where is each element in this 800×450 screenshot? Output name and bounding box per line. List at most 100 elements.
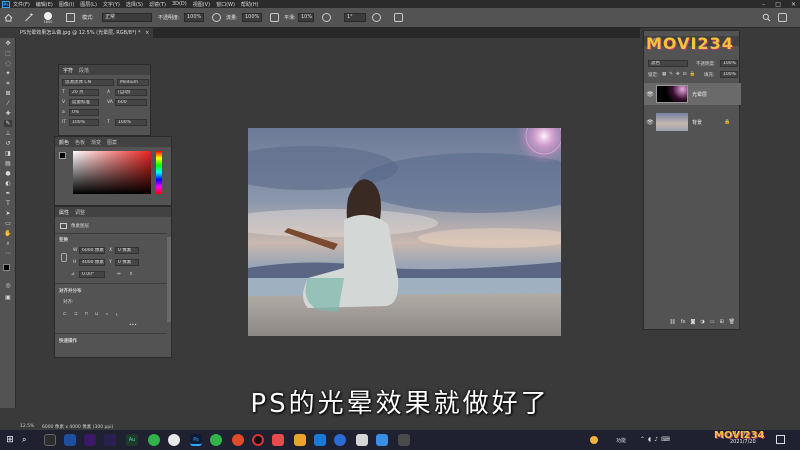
smoothing-settings-icon[interactable] xyxy=(322,13,331,22)
hand-tool-icon[interactable]: ✋ xyxy=(4,230,12,237)
angle-input[interactable]: 1° xyxy=(344,13,366,22)
height-input[interactable]: 4000 像素 xyxy=(79,259,105,266)
tab-patterns[interactable]: 图案 xyxy=(107,139,117,146)
layer-mask-icon[interactable]: ◙ xyxy=(690,319,695,325)
type-tool-icon[interactable]: T xyxy=(4,200,12,207)
font-size-input[interactable]: 20 点 xyxy=(69,89,99,96)
color-field[interactable] xyxy=(73,151,151,194)
workspace-icon[interactable] xyxy=(778,13,787,22)
search-taskbar-icon[interactable]: ⌕ xyxy=(22,434,34,446)
quick-actions-title[interactable]: 快速操作 xyxy=(59,338,77,344)
zoom-level[interactable]: 12.5% xyxy=(20,424,34,429)
visibility-eye-icon[interactable]: 👁 xyxy=(644,119,656,126)
clone-stamp-tool-icon[interactable]: ⊥ xyxy=(4,130,12,137)
pen-tool-icon[interactable]: ✒ xyxy=(4,190,12,197)
color-panel-foreground-swatch[interactable] xyxy=(59,152,66,159)
x-input[interactable]: 0 像素 xyxy=(115,247,139,254)
minimize-button[interactable]: – xyxy=(762,1,765,8)
airbrush-icon[interactable] xyxy=(270,13,279,22)
menu-help[interactable]: 帮助(H) xyxy=(241,1,259,8)
path-selection-tool-icon[interactable]: ➤ xyxy=(4,210,12,217)
brush-tool-active-icon[interactable]: ✎ xyxy=(4,120,12,127)
move-tool-icon[interactable]: ✥ xyxy=(4,40,12,47)
y-input[interactable]: 0 像素 xyxy=(115,259,139,266)
system-tray-icons[interactable]: ⌃◖♪⌨ xyxy=(640,436,673,443)
foreground-color-swatch[interactable] xyxy=(3,264,10,271)
photoshop-taskbar-icon[interactable]: Ps xyxy=(190,434,202,446)
tab-adjustments[interactable]: 调整 xyxy=(75,209,85,216)
file-explorer-icon[interactable] xyxy=(294,434,306,446)
more-options-button[interactable]: ••• xyxy=(129,323,137,328)
app-icon-green[interactable] xyxy=(148,434,160,446)
smoothing-input[interactable]: 10% xyxy=(298,13,314,22)
menu-layer[interactable]: 图层(L) xyxy=(80,1,97,8)
menu-image[interactable]: 图像(I) xyxy=(59,1,74,8)
maximize-button[interactable]: □ xyxy=(775,1,781,8)
app-icon-blue-4[interactable] xyxy=(376,434,388,446)
horizontal-scale-input[interactable]: 100% xyxy=(115,119,147,126)
tab-gradients[interactable]: 渐变 xyxy=(91,139,101,146)
eraser-tool-icon[interactable]: ◨ xyxy=(4,150,12,157)
frame-tool-icon[interactable]: ⊠ xyxy=(4,90,12,97)
fill-input[interactable]: 100% xyxy=(720,71,738,78)
transform-section-title[interactable]: 变换 xyxy=(59,237,68,243)
app-icon-blue-3[interactable] xyxy=(334,434,346,446)
delete-layer-icon[interactable]: 🗑 xyxy=(729,319,735,325)
tab-properties[interactable]: 属性 xyxy=(59,209,69,216)
blur-tool-icon[interactable]: ● xyxy=(4,170,12,177)
history-footer-icons[interactable]: ◍▣🗑 xyxy=(729,356,756,362)
dodge-tool-icon[interactable]: ◐ xyxy=(4,180,12,187)
home-icon[interactable] xyxy=(4,13,13,22)
lasso-tool-icon[interactable]: ◌ xyxy=(4,60,12,67)
tab-paragraph[interactable]: 段落 xyxy=(79,67,89,74)
app-icon-audition[interactable]: Au xyxy=(126,434,138,446)
app-icon-grey[interactable] xyxy=(356,434,368,446)
link-layers-icon[interactable]: ⛓ xyxy=(669,319,675,325)
brush-preset-picker[interactable]: 1800 xyxy=(42,12,54,24)
app-icon-purple[interactable] xyxy=(104,434,116,446)
eyedropper-tool-icon[interactable]: ⁄ xyxy=(4,100,12,107)
app-icon-premiere[interactable] xyxy=(84,434,96,446)
tab-swatches[interactable]: 色板 xyxy=(75,139,85,146)
close-tab-icon[interactable]: × xyxy=(145,30,149,36)
baseline-input[interactable]: 0% xyxy=(69,109,99,116)
link-proportions-icon[interactable] xyxy=(61,253,67,262)
app-icon-blue-2[interactable] xyxy=(314,434,326,446)
tray-label[interactable]: 功能 xyxy=(616,437,626,444)
hue-slider[interactable] xyxy=(156,151,162,194)
menu-filter[interactable]: 滤镜(T) xyxy=(149,1,166,8)
brush-settings-icon[interactable] xyxy=(66,13,75,22)
align-buttons[interactable]: ⊏⊐⊓⊔⫟⫠ xyxy=(63,311,125,317)
blend-mode-select[interactable]: 滤色 xyxy=(648,60,688,67)
menu-file[interactable]: 文件(F) xyxy=(13,1,30,8)
width-input[interactable]: 6000 像素 xyxy=(79,247,105,254)
weather-icon[interactable] xyxy=(590,436,598,444)
menu-type[interactable]: 文字(Y) xyxy=(103,1,120,8)
gradient-tool-icon[interactable]: ▤ xyxy=(4,160,12,167)
layer-name-flare[interactable]: 光晕层 xyxy=(692,91,707,98)
pressure-opacity-icon[interactable] xyxy=(212,13,221,22)
vertical-scale-input[interactable]: 100% xyxy=(69,119,99,126)
opacity-input[interactable]: 100% xyxy=(184,13,204,22)
screen-mode-icon[interactable]: ▣ xyxy=(4,294,12,301)
visibility-eye-icon[interactable]: 👁 xyxy=(644,91,656,98)
app-icon-orange[interactable] xyxy=(232,434,244,446)
more-tools-icon[interactable]: ⋯ xyxy=(4,250,12,257)
leading-input[interactable]: (自动) xyxy=(115,89,147,96)
task-view-icon[interactable] xyxy=(44,434,56,446)
chrome-icon[interactable] xyxy=(168,434,180,446)
layer-row-flare[interactable]: 👁 光晕层 xyxy=(644,83,741,105)
flow-input[interactable]: 100% xyxy=(242,13,262,22)
search-icon[interactable] xyxy=(762,13,771,22)
menu-select[interactable]: 选择(S) xyxy=(126,1,143,8)
layer-style-icon[interactable]: fx xyxy=(681,319,686,325)
adjustment-layer-icon[interactable]: ◑ xyxy=(700,319,704,325)
angle-input[interactable]: 0.00° xyxy=(79,271,105,278)
flip-vertical-icon[interactable]: ⇕ xyxy=(129,272,133,277)
layer-opacity-input[interactable]: 100% xyxy=(720,60,738,67)
healing-brush-tool-icon[interactable]: ✚ xyxy=(4,110,12,117)
kerning-input[interactable]: 度量标准 xyxy=(69,99,99,106)
font-family-select[interactable]: 思源黑体 CN xyxy=(62,79,114,86)
magic-wand-tool-icon[interactable]: ✦ xyxy=(4,70,12,77)
windows-start-icon[interactable]: ⊞ xyxy=(4,434,16,446)
